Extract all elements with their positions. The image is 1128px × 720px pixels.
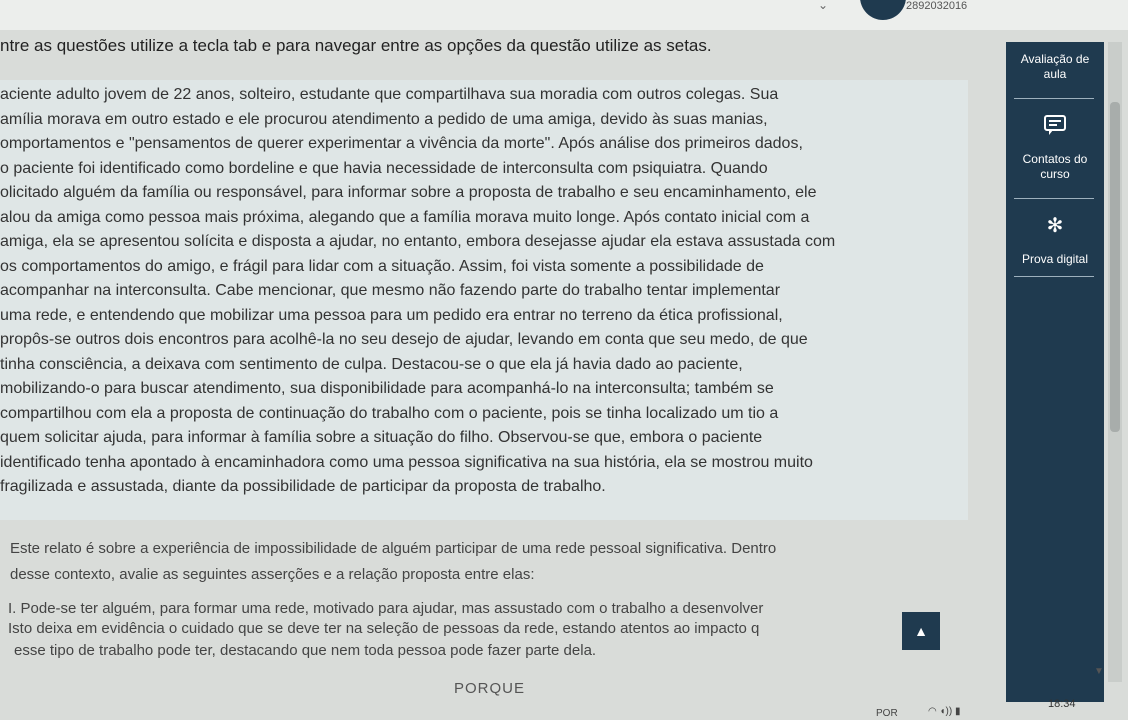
- question-line: aciente adulto jovem de 22 anos, solteir…: [0, 86, 779, 103]
- question-line: fragilizada e assustada, diante da possi…: [0, 478, 606, 495]
- chevron-down-icon[interactable]: ⌄: [818, 0, 828, 12]
- question-line: mobilizando-o para buscar atendimento, s…: [0, 380, 774, 397]
- taskbar-clock[interactable]: 18:34: [1048, 698, 1076, 710]
- question-line: omportamentos e "pensamentos de querer e…: [0, 135, 803, 152]
- wifi-icon[interactable]: ◠ ◖)) ▮: [928, 706, 961, 717]
- question-line: uma rede, e entendendo que mobilizar uma…: [0, 306, 783, 324]
- porque-label: PORQUE: [454, 680, 526, 697]
- user-id: 2892032016: [906, 0, 968, 12]
- sidebar-item-label: curso: [1040, 167, 1070, 181]
- sidebar-item-contatos[interactable]: Contatos do curso: [1006, 152, 1104, 182]
- sidebar-item-label: aula: [1043, 67, 1067, 81]
- assertion-line: Este relato é sobre a experiência de imp…: [10, 540, 777, 557]
- question-line: alou da amiga como pessoa mais próxima, …: [0, 208, 810, 226]
- question-line: tinha consciência, a deixava com sentime…: [0, 355, 743, 373]
- sidebar-item-prova[interactable]: Prova digital: [1006, 252, 1104, 267]
- sidebar-item-label: Prova digital: [1021, 252, 1089, 266]
- assertion-line: I. Pode-se ter alguém, para formar uma r…: [8, 600, 764, 617]
- assertion-line: desse contexto, avalie as seguintes asse…: [10, 566, 535, 583]
- page: ⌄ 2892032016 ntre as questões utilize a …: [0, 0, 1128, 720]
- sidebar: Avaliação de aula Contatos do curso ✻ Pr…: [1006, 42, 1104, 702]
- question-line: propôs-se outros dois encontros para aco…: [0, 331, 808, 348]
- assertion-line: Isto deixa em evidência o cuidado que se…: [8, 620, 760, 637]
- question-line: identificado tenha apontado à encaminhad…: [0, 453, 813, 471]
- snowflake-icon: ✻: [1046, 215, 1064, 237]
- avatar[interactable]: [860, 0, 906, 20]
- sidebar-item-avaliacao[interactable]: Avaliação de aula: [1006, 52, 1104, 82]
- question-line: os comportamentos do amigo, e frágil par…: [0, 257, 764, 275]
- scroll-up-button[interactable]: ▲: [902, 612, 940, 650]
- scroll-down-icon[interactable]: ▼: [1094, 666, 1104, 677]
- question-line: amiga, ela se apresentou solícita e disp…: [0, 233, 836, 250]
- question-line: amília morava em outro estado e ele proc…: [0, 110, 768, 128]
- chat-icon: [1043, 114, 1067, 138]
- question-line: compartilhou com ela a proposta de conti…: [0, 404, 779, 422]
- scrollbar-thumb[interactable]: [1110, 102, 1120, 432]
- chevron-up-icon: ▲: [914, 623, 928, 639]
- instruction-text: ntre as questões utilize a tecla tab e p…: [0, 36, 712, 55]
- sidebar-divider: [1014, 198, 1094, 199]
- question-line: olicitado alguém da família ou responsáv…: [0, 184, 817, 201]
- sidebar-divider: [1014, 276, 1094, 277]
- question-line: o paciente foi identificado como bordeli…: [0, 159, 768, 177]
- scrollbar[interactable]: [1108, 42, 1122, 682]
- taskbar-language[interactable]: POR: [876, 708, 898, 719]
- sidebar-item-label: Avaliação de: [1020, 52, 1090, 66]
- question-text-block: aciente adulto jovem de 22 anos, solteir…: [0, 80, 968, 520]
- question-line: acompanhar na interconsulta. Cabe mencio…: [0, 282, 781, 299]
- assertion-line: esse tipo de trabalho pode ter, destacan…: [14, 642, 597, 659]
- sidebar-item-label: Contatos do: [1022, 152, 1088, 166]
- sidebar-divider: [1014, 98, 1094, 99]
- question-line: quem solicitar ajuda, para informar à fa…: [0, 429, 763, 446]
- top-bar: ⌄ 2892032016: [0, 0, 1128, 30]
